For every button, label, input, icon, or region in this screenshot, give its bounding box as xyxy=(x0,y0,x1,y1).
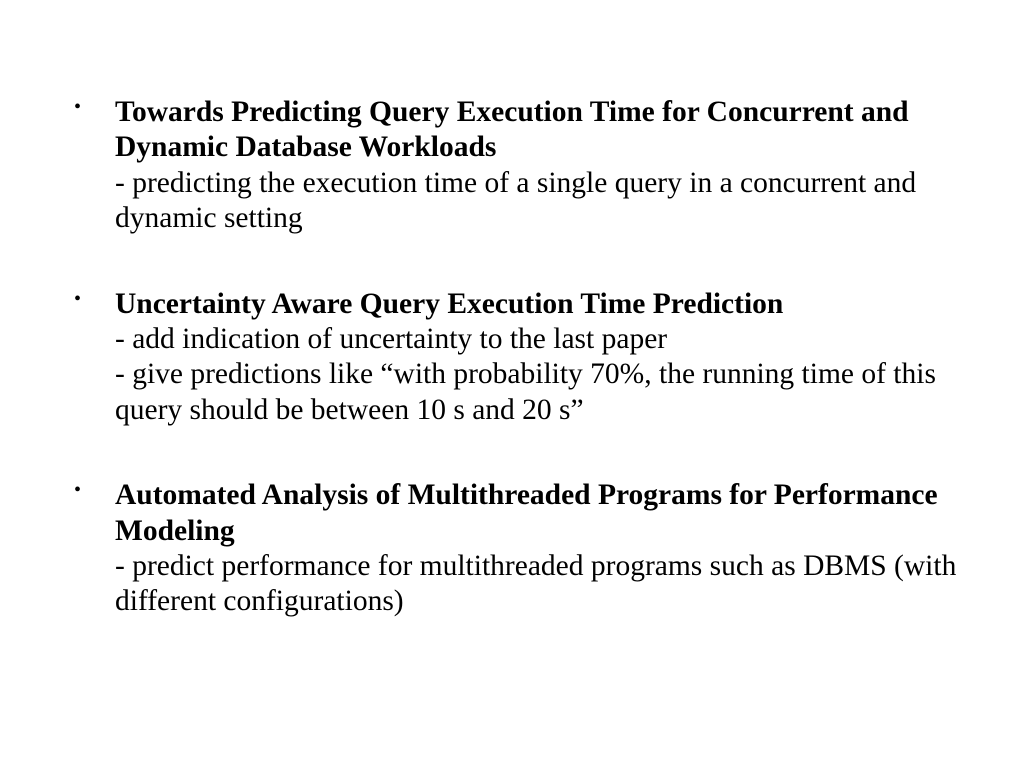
slide: Towards Predicting Query Execution Time … xyxy=(0,0,1024,768)
item-detail: - predict performance for multithreaded … xyxy=(115,549,964,620)
list-item: Automated Analysis of Multithreaded Prog… xyxy=(60,478,964,620)
bullet-list: Towards Predicting Query Execution Time … xyxy=(60,95,964,620)
item-detail: - add indication of uncertainty to the l… xyxy=(115,322,964,357)
item-detail: - give predictions like “with probabilit… xyxy=(115,357,964,428)
item-title: Towards Predicting Query Execution Time … xyxy=(115,95,964,166)
list-item: Towards Predicting Query Execution Time … xyxy=(60,95,964,237)
item-title: Automated Analysis of Multithreaded Prog… xyxy=(115,478,964,549)
list-item: Uncertainty Aware Query Execution Time P… xyxy=(60,287,964,429)
item-detail: - predicting the execution time of a sin… xyxy=(115,166,964,237)
item-title: Uncertainty Aware Query Execution Time P… xyxy=(115,287,964,322)
